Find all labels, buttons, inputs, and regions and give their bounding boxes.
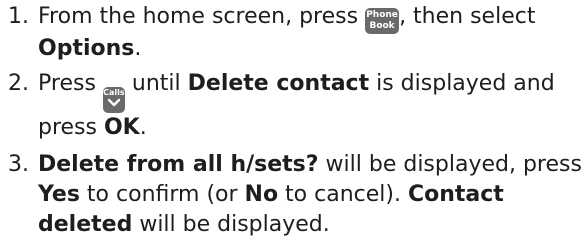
calls-down-key-icon: Calls	[102, 87, 125, 113]
text-segment: Press	[38, 71, 103, 96]
bold-term: Delete contact	[187, 71, 370, 96]
chevron-down-icon	[107, 98, 121, 107]
bold-term: Yes	[38, 182, 80, 207]
bold-term: No	[244, 182, 279, 207]
step-text: From the home screen, press Phone Book, t…	[38, 4, 535, 61]
text-segment: will be displayed.	[132, 212, 330, 237]
text-segment: From the home screen, press	[38, 4, 366, 29]
text-segment: to cancel).	[278, 182, 408, 207]
step-1: 1. From the home screen, press Phone Book…	[0, 2, 583, 64]
step-2: 2. Press Calls until Delete contact is d…	[0, 69, 583, 143]
bold-term: Options	[38, 36, 135, 61]
step-number: 3.	[8, 152, 29, 177]
step-number: 1.	[8, 4, 29, 29]
text-segment: , then select	[399, 4, 536, 29]
bold-term: Delete from all h/sets?	[38, 152, 319, 177]
bold-term: OK	[103, 115, 140, 140]
key-label: Calls	[103, 88, 125, 97]
step-text: Press Calls until Delete contact is disp…	[38, 71, 555, 140]
phone-book-key-icon: Phone Book	[365, 8, 400, 34]
step-text: Delete from all h/sets? will be displaye…	[38, 152, 582, 237]
step-number: 2.	[8, 71, 29, 96]
text-segment: until	[124, 71, 188, 96]
text-segment: .	[134, 36, 142, 61]
key-label-line2: Book	[369, 21, 395, 31]
key-label-line1: Phone	[366, 10, 398, 20]
text-segment: to confirm (or	[79, 182, 245, 207]
text-segment: will be displayed, press	[318, 152, 582, 177]
instruction-steps: 1. From the home screen, press Phone Book…	[0, 0, 583, 240]
step-3: 3. Delete from all h/sets? will be displ…	[0, 150, 583, 240]
text-segment: .	[139, 115, 147, 140]
